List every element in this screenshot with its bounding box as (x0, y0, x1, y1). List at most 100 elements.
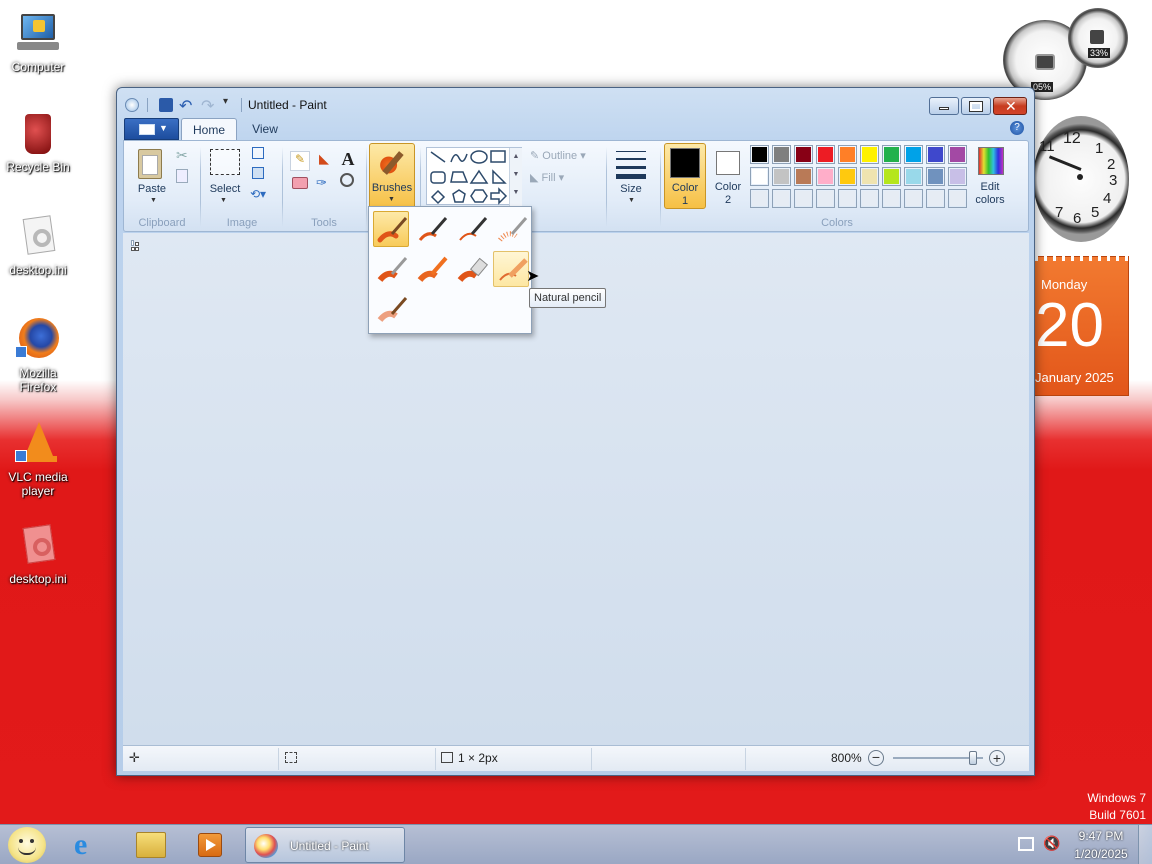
edit-colors-button[interactable]: Edit colors (974, 145, 1006, 211)
taskbar-task-paint[interactable]: Untitled - Paint (245, 827, 405, 863)
brush-option-airbrush[interactable] (493, 211, 529, 247)
color-swatch[interactable] (926, 145, 945, 164)
eraser-icon[interactable] (292, 177, 308, 189)
cut-icon[interactable]: ✂ (176, 147, 188, 164)
tab-home[interactable]: Home (181, 118, 237, 140)
drawing-canvas[interactable] (131, 240, 134, 246)
color-swatch[interactable] (838, 167, 857, 186)
volume-muted-icon[interactable]: 🔇 (1043, 835, 1060, 852)
color-swatch[interactable] (948, 167, 967, 186)
brush-option-natural-pencil[interactable] (493, 251, 529, 287)
color-swatch[interactable] (816, 145, 835, 164)
taskbar-ie[interactable]: e (68, 828, 112, 862)
outline-button[interactable]: ✎ Outline ▾ (530, 149, 586, 162)
custom-color-slot[interactable] (948, 189, 967, 208)
brush-option-brush[interactable] (373, 211, 409, 247)
copy-icon[interactable] (176, 169, 188, 183)
resize-handle-right[interactable] (135, 242, 139, 246)
color-swatch[interactable] (904, 145, 923, 164)
network-icon[interactable] (1018, 837, 1034, 851)
custom-color-slot[interactable] (838, 189, 857, 208)
color-swatch[interactable] (948, 145, 967, 164)
color-swatch[interactable] (838, 145, 857, 164)
zoom-out-button[interactable]: − (868, 750, 884, 766)
paste-button[interactable] (136, 147, 166, 179)
custom-color-slot[interactable] (750, 189, 769, 208)
taskbar-media-player[interactable] (188, 828, 232, 862)
resize-handle-corner[interactable] (135, 247, 139, 251)
custom-color-slot[interactable] (860, 189, 879, 208)
custom-color-slot[interactable] (926, 189, 945, 208)
paint-menu-button[interactable]: ▼ (124, 118, 179, 140)
crop-icon[interactable] (252, 147, 264, 159)
desktop-icon-recycle-bin[interactable]: Recycle Bin (4, 110, 72, 174)
brush-option-watercolor[interactable] (373, 291, 409, 327)
zoom-in-button[interactable]: + (989, 750, 1005, 766)
redo-icon[interactable]: ↷ (201, 96, 214, 116)
help-icon[interactable]: ? (1010, 121, 1024, 135)
desktop-icon-firefox[interactable]: Mozilla Firefox (4, 316, 72, 394)
show-desktop-button[interactable] (1138, 825, 1152, 864)
color-swatch[interactable] (926, 167, 945, 186)
shapes-gallery[interactable]: ▲ ▼ ▼ (426, 147, 522, 206)
rotate-icon[interactable]: ⟲▾ (250, 187, 266, 201)
canvas-area[interactable] (123, 233, 1029, 745)
color-swatch[interactable] (816, 167, 835, 186)
color-swatch[interactable] (772, 145, 791, 164)
start-button[interactable] (8, 827, 46, 863)
select-icon[interactable] (210, 149, 240, 175)
size-dropdown-icon[interactable]: ▼ (628, 197, 635, 204)
paint-app-icon[interactable] (125, 98, 139, 112)
desktop-icon-desktop-ini-2[interactable]: desktop.ini (4, 522, 72, 586)
color1-button[interactable]: Color 1 (664, 143, 706, 209)
paste-dropdown-icon[interactable]: ▼ (150, 197, 157, 204)
color-swatch[interactable] (794, 145, 813, 164)
shapes-scroll[interactable]: ▲ ▼ ▼ (509, 148, 522, 206)
minimize-button[interactable] (929, 97, 959, 115)
color-picker-icon[interactable]: ✑ (316, 175, 327, 191)
custom-color-slot[interactable] (816, 189, 835, 208)
title-bar[interactable]: ↶ ↷ ▾ Untitled - Paint ✕ (117, 88, 1034, 118)
color-swatch[interactable] (750, 167, 769, 186)
brush-option-calligraphy-2[interactable] (453, 211, 489, 247)
undo-icon[interactable]: ↶ (179, 96, 192, 116)
desktop-icon-vlc[interactable]: VLC media player (4, 420, 72, 498)
color-swatch[interactable] (794, 167, 813, 186)
color-swatch[interactable] (772, 167, 791, 186)
tab-view[interactable]: View (241, 118, 289, 140)
customize-toolbar-icon[interactable]: ▾ (223, 96, 228, 107)
clock-time[interactable]: 9:47 PM (1068, 829, 1134, 843)
clock-date[interactable]: 1/20/2025 (1068, 847, 1134, 861)
resize-icon[interactable] (252, 167, 264, 179)
zoom-slider-thumb[interactable] (969, 751, 977, 765)
color-swatch[interactable] (860, 145, 879, 164)
color-swatch[interactable] (882, 167, 901, 186)
custom-color-slot[interactable] (794, 189, 813, 208)
custom-color-slot[interactable] (904, 189, 923, 208)
text-icon[interactable]: A (338, 149, 358, 171)
custom-color-slot[interactable] (882, 189, 901, 208)
brush-option-crayon[interactable] (413, 251, 449, 287)
brush-option-oil[interactable] (373, 251, 409, 287)
color-swatch[interactable] (904, 167, 923, 186)
color-swatch[interactable] (860, 167, 879, 186)
select-dropdown-icon[interactable]: ▼ (220, 197, 227, 204)
desktop-icon-computer[interactable]: Computer (4, 10, 72, 74)
brushes-button[interactable]: Brushes ▼ (369, 143, 415, 209)
custom-color-slot[interactable] (772, 189, 791, 208)
maximize-button[interactable] (961, 97, 991, 115)
fill-bucket-icon[interactable]: ◣ (314, 151, 334, 171)
save-icon[interactable] (159, 98, 173, 112)
resize-handle-bottom[interactable] (131, 247, 135, 251)
taskbar-explorer[interactable] (128, 828, 172, 862)
color-swatch[interactable] (882, 145, 901, 164)
brush-option-calligraphy-1[interactable] (413, 211, 449, 247)
fill-button[interactable]: ◣ Fill ▾ (530, 171, 564, 184)
pencil-icon[interactable]: ✎ (290, 151, 310, 171)
size-icon[interactable] (614, 147, 648, 181)
magnifier-icon[interactable] (340, 173, 354, 187)
color-swatch[interactable] (750, 145, 769, 164)
close-button[interactable]: ✕ (993, 97, 1027, 115)
brush-option-marker[interactable] (453, 251, 489, 287)
desktop-icon-desktop-ini[interactable]: desktop.ini (4, 213, 72, 277)
